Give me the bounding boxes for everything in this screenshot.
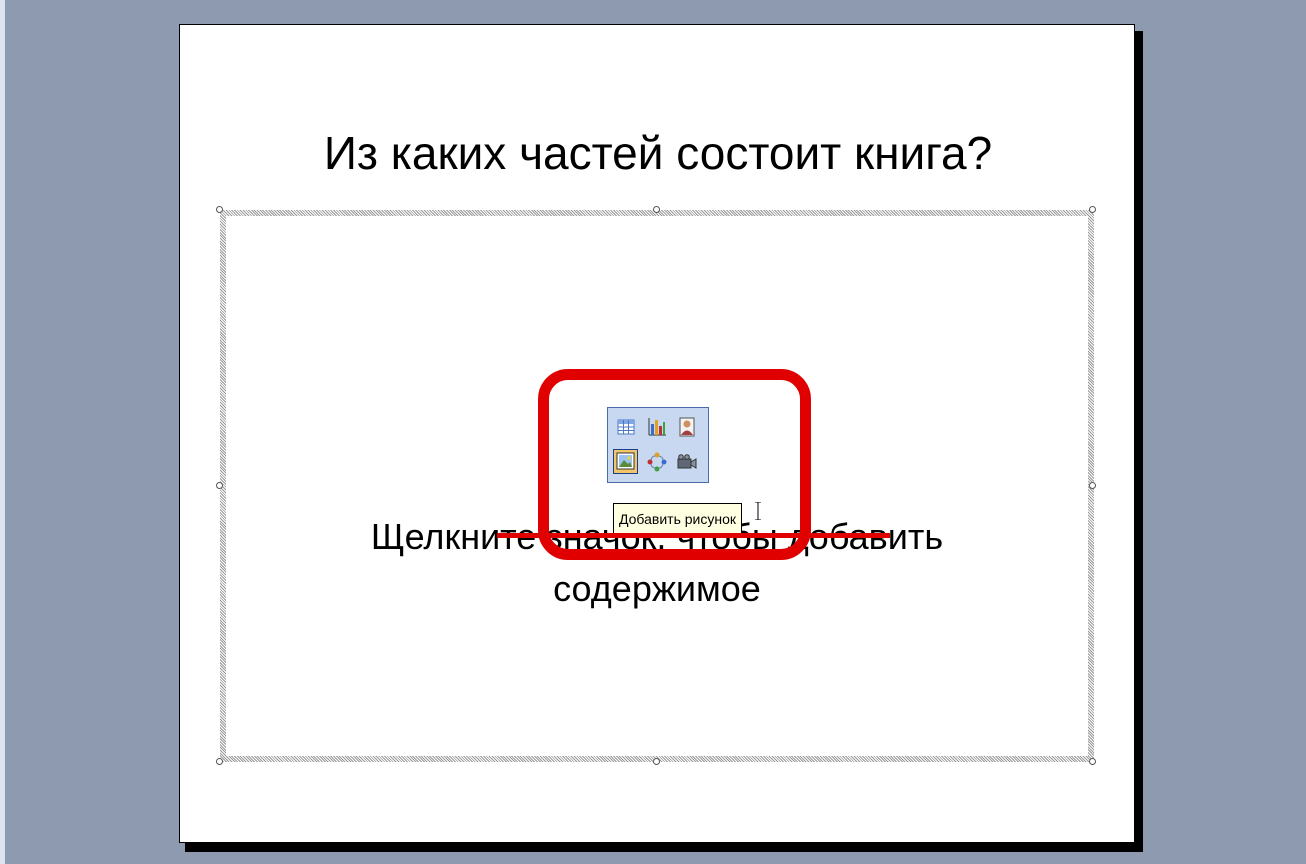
resize-handle-top-middle[interactable] bbox=[653, 206, 660, 213]
resize-handle-middle-left[interactable] bbox=[216, 482, 223, 489]
resize-handle-bottom-right[interactable] bbox=[1089, 758, 1096, 765]
resize-handle-top-right[interactable] bbox=[1089, 206, 1096, 213]
placeholder-prompt-line-2: содержимое bbox=[553, 568, 761, 609]
slide-title[interactable]: Из каких частей состоит книга? bbox=[180, 125, 1136, 181]
resize-handle-bottom-left[interactable] bbox=[216, 758, 223, 765]
resize-handle-bottom-middle[interactable] bbox=[653, 758, 660, 765]
strikethrough-line bbox=[497, 533, 890, 538]
window-left-edge bbox=[0, 0, 5, 864]
resize-handle-middle-right[interactable] bbox=[1089, 482, 1096, 489]
highlight-rounded-box bbox=[538, 369, 811, 560]
resize-handle-top-left[interactable] bbox=[216, 206, 223, 213]
